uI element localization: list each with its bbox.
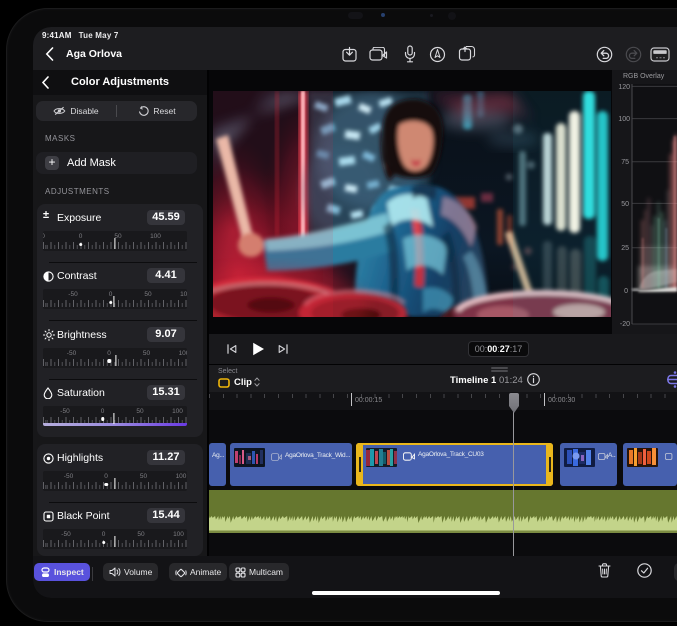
- svg-text:50: 50: [621, 201, 629, 208]
- svg-text:100: 100: [618, 116, 630, 123]
- svg-text:0: 0: [624, 288, 628, 295]
- svg-text:120: 120: [618, 84, 630, 91]
- svg-text:-20: -20: [620, 321, 630, 328]
- svg-text:25: 25: [621, 245, 629, 252]
- svg-text:75: 75: [621, 159, 629, 166]
